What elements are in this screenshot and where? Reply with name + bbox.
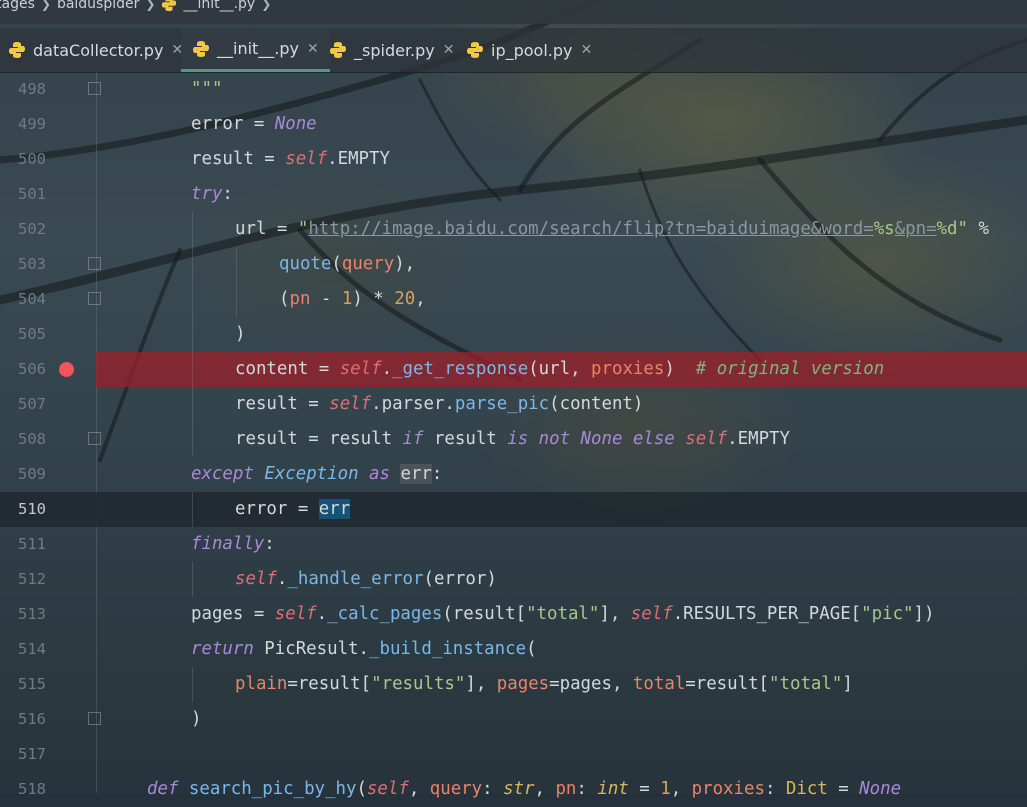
code-text: plain=result["results"], pages=pages, to… bbox=[235, 674, 853, 694]
line-number: 517 bbox=[18, 745, 46, 763]
code-line[interactable]: 514 return PicResult._build_instance( bbox=[0, 632, 1027, 667]
breadcrumb: tages ❯ baiduspider ❯ __init__.py ❯ bbox=[0, 0, 1027, 24]
line-number: 506 bbox=[18, 360, 46, 378]
code-line[interactable]: 505 ) bbox=[0, 317, 1027, 352]
line-number: 503 bbox=[18, 255, 46, 273]
line-number: 501 bbox=[18, 185, 46, 203]
python-file-icon bbox=[330, 42, 346, 58]
line-number: 499 bbox=[18, 115, 46, 133]
code-line[interactable]: 501 try: bbox=[0, 177, 1027, 212]
python-file-icon bbox=[162, 0, 177, 12]
line-number: 507 bbox=[18, 395, 46, 413]
code-text: content = self._get_response(url, proxie… bbox=[235, 359, 885, 379]
code-text: self._handle_error(error) bbox=[235, 569, 497, 589]
code-text: result = self.parser.parse_pic(content) bbox=[235, 394, 644, 414]
code-text: url = "http://image.baidu.com/search/fli… bbox=[235, 219, 989, 239]
line-number: 509 bbox=[18, 465, 46, 483]
tab-label: __init__.py bbox=[217, 39, 300, 58]
line-number: 511 bbox=[18, 535, 46, 553]
line-number: 510 bbox=[18, 500, 46, 518]
tab-label: ip_pool.py bbox=[491, 40, 573, 60]
tab-datacollector[interactable]: dataCollector.py ✕ bbox=[8, 28, 183, 72]
code-line[interactable]: 502 url = "http://image.baidu.com/search… bbox=[0, 212, 1027, 247]
line-number: 515 bbox=[18, 675, 46, 693]
chevron-right-icon: ❯ bbox=[261, 0, 272, 11]
indent-guide bbox=[192, 667, 193, 702]
code-text: finally: bbox=[191, 534, 275, 554]
tab-label: _spider.py bbox=[354, 40, 435, 60]
tab-label: dataCollector.py bbox=[33, 40, 164, 60]
code-line[interactable]: 512 self._handle_error(error) bbox=[0, 562, 1027, 597]
code-line[interactable]: 516 ) bbox=[0, 702, 1027, 737]
indent-guide bbox=[192, 492, 193, 527]
code-text: try: bbox=[191, 184, 233, 204]
line-number: 505 bbox=[18, 325, 46, 343]
fold-marker-icon[interactable] bbox=[88, 712, 101, 725]
code-line[interactable]: 508 result = result if result is not Non… bbox=[0, 422, 1027, 457]
code-line[interactable]: 513 pages = self._calc_pages(result["tot… bbox=[0, 597, 1027, 632]
code-text: quote(query), bbox=[279, 254, 416, 274]
tab-ip-pool[interactable]: ip_pool.py ✕ bbox=[466, 28, 592, 72]
line-number: 512 bbox=[18, 570, 46, 588]
line-number: 518 bbox=[18, 780, 46, 798]
python-file-icon bbox=[467, 42, 483, 58]
indent-guide bbox=[236, 247, 237, 317]
code-line[interactable]: 507 result = self.parser.parse_pic(conte… bbox=[0, 387, 1027, 422]
fold-marker-icon[interactable] bbox=[88, 432, 101, 445]
code-text: except Exception as err: bbox=[191, 464, 443, 484]
code-line[interactable]: 504 (pn - 1) * 20, bbox=[0, 282, 1027, 317]
code-text: error = None bbox=[191, 114, 317, 134]
editor-tabs: dataCollector.py ✕ __init__.py ✕ _spider… bbox=[0, 28, 1027, 73]
fold-marker-icon[interactable] bbox=[88, 257, 101, 270]
code-text: result = self.EMPTY bbox=[191, 149, 390, 169]
code-line[interactable]: 515 plain=result["results"], pages=pages… bbox=[0, 667, 1027, 702]
code-line[interactable]: 499 error = None bbox=[0, 107, 1027, 142]
close-icon[interactable]: ✕ bbox=[581, 42, 593, 58]
code-text: (pn - 1) * 20, bbox=[279, 289, 426, 309]
line-number: 513 bbox=[18, 605, 46, 623]
chevron-right-icon: ❯ bbox=[40, 0, 51, 11]
indent-guide bbox=[192, 212, 193, 457]
close-icon[interactable]: ✕ bbox=[443, 42, 455, 58]
code-text: ) bbox=[235, 324, 246, 344]
line-number: 498 bbox=[18, 80, 46, 98]
line-number: 508 bbox=[18, 430, 46, 448]
current-line[interactable]: 510 error = err bbox=[0, 492, 1027, 527]
line-number: 514 bbox=[18, 640, 46, 658]
python-file-icon bbox=[9, 42, 25, 58]
breadcrumb-item[interactable]: baiduspider bbox=[57, 0, 139, 11]
code-line[interactable]: 517 bbox=[0, 737, 1027, 772]
breadcrumb-item[interactable]: __init__.py bbox=[183, 0, 255, 11]
code-editor[interactable]: 498 """ 499 error = None 500 result = se… bbox=[0, 72, 1027, 799]
breadcrumb-item[interactable]: tages bbox=[0, 0, 35, 11]
code-line[interactable]: 518 def search_pic_by_hy(self, query: st… bbox=[0, 772, 1027, 807]
indent-guide bbox=[192, 562, 193, 597]
line-number: 500 bbox=[18, 150, 46, 168]
code-text: return PicResult._build_instance( bbox=[191, 639, 537, 659]
fold-marker-icon[interactable] bbox=[88, 82, 101, 95]
code-text: def search_pic_by_hy(self, query: str, p… bbox=[147, 779, 902, 799]
breakpoint-icon[interactable] bbox=[59, 362, 74, 377]
code-line[interactable]: 500 result = self.EMPTY bbox=[0, 142, 1027, 177]
code-text: error = err bbox=[235, 499, 351, 519]
code-text: ) bbox=[191, 709, 202, 729]
tab-init[interactable]: __init__.py ✕ bbox=[181, 28, 330, 72]
code-line[interactable]: 511 finally: bbox=[0, 527, 1027, 562]
tab-spider[interactable]: _spider.py ✕ bbox=[329, 28, 455, 72]
chevron-right-icon: ❯ bbox=[145, 0, 156, 11]
line-number: 516 bbox=[18, 710, 46, 728]
code-line[interactable]: 509 except Exception as err: bbox=[0, 457, 1027, 492]
code-line[interactable]: 503 quote(query), bbox=[0, 247, 1027, 282]
code-text: pages = self._calc_pages(result["total"]… bbox=[191, 604, 935, 624]
code-text: result = result if result is not None el… bbox=[235, 429, 790, 449]
line-number: 504 bbox=[18, 290, 46, 308]
code-line[interactable]: 498 """ bbox=[0, 72, 1027, 107]
code-text: """ bbox=[191, 79, 223, 99]
close-icon[interactable]: ✕ bbox=[307, 41, 319, 57]
fold-marker-icon[interactable] bbox=[88, 292, 101, 305]
python-file-icon bbox=[193, 40, 209, 57]
line-number: 502 bbox=[18, 220, 46, 238]
code-line[interactable]: 506 content = self._get_response(url, pr… bbox=[0, 352, 1027, 387]
